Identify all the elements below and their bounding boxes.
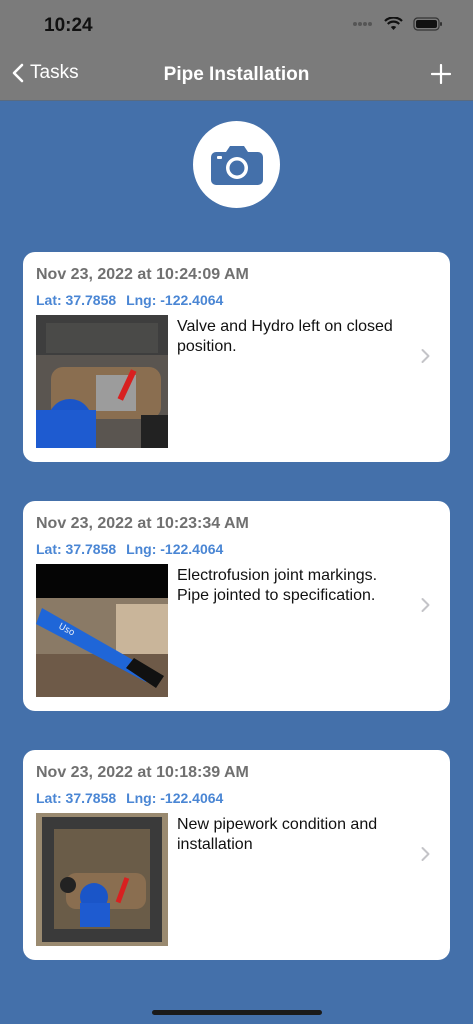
- entry-date: Nov 23, 2022 at 10:23:34 AM: [36, 515, 249, 532]
- wifi-icon: [384, 17, 403, 30]
- entry-photo: [36, 813, 168, 946]
- entry-card[interactable]: Nov 23, 2022 at 10:18:39 AM Lat: 37.7858…: [23, 750, 450, 960]
- entry-lng: Lng: -122.4064: [126, 292, 224, 308]
- entry-lat: Lat: 37.7858: [36, 541, 117, 557]
- camera-icon: [210, 145, 263, 185]
- entry-description: Valve and Hydro left on closed position.: [177, 318, 393, 355]
- entry-lat: Lat: 37.7858: [36, 292, 117, 308]
- entry-lng: Lng: -122.4064: [126, 541, 224, 557]
- entry-date: Nov 23, 2022 at 10:24:09 AM: [36, 266, 249, 283]
- chevron-right-icon: [421, 597, 430, 618]
- navigation-bar: 10:24 Tasks Pipe Installation: [0, 0, 473, 101]
- entry-date: Nov 23, 2022 at 10:18:39 AM: [36, 764, 249, 781]
- entry-photo: Uso: [36, 564, 168, 697]
- page-title: Pipe Installation: [163, 64, 310, 85]
- entry-coordinates: Lat: 37.7858 Lng: -122.4064: [36, 790, 229, 806]
- battery-icon: [413, 17, 442, 31]
- home-indicator[interactable]: [152, 1010, 322, 1015]
- entry-coordinates: Lat: 37.7858 Lng: -122.4064: [36, 292, 229, 308]
- entry-lat: Lat: 37.7858: [36, 790, 117, 806]
- signal-icon: [353, 22, 372, 26]
- camera-button[interactable]: [193, 121, 280, 208]
- entry-lng: Lng: -122.4064: [126, 790, 224, 806]
- status-icons: [352, 17, 443, 31]
- entry-description: New pipework condition and installation: [177, 816, 378, 853]
- entry-photo: [36, 315, 168, 448]
- entry-card[interactable]: Nov 23, 2022 at 10:24:09 AM Lat: 37.7858…: [23, 252, 450, 462]
- chevron-right-icon: [421, 348, 430, 369]
- plus-icon: [430, 63, 452, 85]
- add-button[interactable]: [430, 63, 452, 89]
- status-time: 10:24: [44, 15, 93, 36]
- entry-description: Electrofusion joint markings. Pipe joint…: [177, 567, 378, 604]
- entry-coordinates: Lat: 37.7858 Lng: -122.4064: [36, 541, 229, 557]
- chevron-right-icon: [421, 846, 430, 867]
- entry-card[interactable]: Nov 23, 2022 at 10:23:34 AM Lat: 37.7858…: [23, 501, 450, 711]
